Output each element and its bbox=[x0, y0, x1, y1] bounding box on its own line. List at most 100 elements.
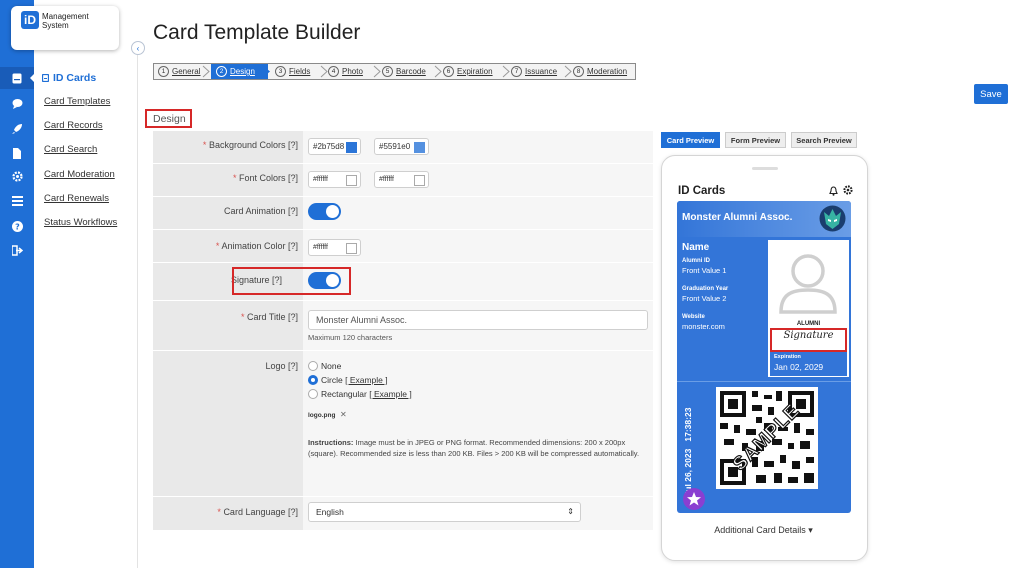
subnav-item-card-moderation[interactable]: Card Moderation bbox=[44, 169, 115, 180]
step-barcode[interactable]: 5 Barcode bbox=[382, 64, 426, 79]
logo-radio-circle[interactable] bbox=[308, 375, 318, 385]
font-color-1-value: #ffffff bbox=[313, 176, 328, 183]
card-animation-label: Card Animation [?] bbox=[223, 206, 298, 216]
id-card-icon[interactable] bbox=[9, 70, 25, 86]
rocket-icon[interactable] bbox=[9, 120, 25, 136]
font-color-2-input[interactable]: #ffffff bbox=[374, 171, 429, 188]
chat-icon[interactable] bbox=[9, 95, 25, 111]
additional-card-details-toggle[interactable]: Additional Card Details ▾ bbox=[661, 525, 866, 536]
card-field-1-label: Alumni ID bbox=[682, 258, 710, 264]
highlight-card-signature bbox=[770, 328, 847, 352]
bg-color-2-input[interactable]: #5591e0 bbox=[374, 138, 429, 155]
bg-colors-label-text: Background Colors [?] bbox=[208, 140, 298, 150]
bg-colors-label: * Background Colors [?] bbox=[150, 140, 298, 150]
step-label: Photo bbox=[342, 67, 363, 76]
chevron-right-icon bbox=[373, 65, 381, 78]
card-title-input[interactable]: Monster Alumni Assoc. bbox=[308, 310, 648, 330]
bg-color-1-input[interactable]: #2b75d8 bbox=[308, 138, 361, 155]
list-icon[interactable] bbox=[9, 193, 25, 209]
step-label: Moderation bbox=[587, 67, 628, 76]
card-field-3-value: monster.com bbox=[682, 322, 725, 331]
subnav-item-card-records[interactable]: Card Records bbox=[44, 120, 103, 131]
step-design[interactable]: 2 Design bbox=[211, 64, 268, 79]
subnav-heading[interactable]: ID Cards bbox=[42, 72, 96, 84]
tab-search-preview[interactable]: Search Preview bbox=[791, 132, 857, 148]
step-number: 6 bbox=[443, 66, 454, 77]
step-number: 3 bbox=[275, 66, 286, 77]
card-language-label: * Card Language [?] bbox=[150, 507, 298, 517]
step-label: Issuance bbox=[525, 67, 558, 76]
card-field-2-label: Graduation Year bbox=[682, 286, 729, 292]
bg-color-2-swatch[interactable] bbox=[414, 142, 425, 153]
bg-color-1-swatch[interactable] bbox=[346, 142, 357, 153]
logo-radio-none[interactable] bbox=[308, 361, 318, 371]
monster-logo bbox=[819, 205, 846, 232]
remove-logo-button[interactable]: ✕ bbox=[340, 410, 347, 419]
subnav-item-card-renewals[interactable]: Card Renewals bbox=[44, 193, 109, 204]
subnav-item-card-templates[interactable]: Card Templates bbox=[44, 96, 110, 107]
card-title: Monster Alumni Assoc. bbox=[682, 212, 793, 223]
step-label: General bbox=[172, 67, 201, 76]
step-expiration[interactable]: 6 Expiration bbox=[443, 64, 493, 79]
save-button[interactable]: Save bbox=[974, 84, 1008, 104]
step-general[interactable]: 1 General bbox=[158, 64, 200, 79]
document-icon[interactable] bbox=[9, 145, 25, 161]
step-issuance[interactable]: 7 Issuance bbox=[511, 64, 557, 79]
wizard-steps: 1 General 2 Design 3 Fields 4 Photo 5 Barcode… bbox=[153, 63, 636, 80]
subnav-divider bbox=[137, 55, 138, 568]
highlight-design-label bbox=[145, 109, 192, 128]
card-title-hint: Maximum 120 characters bbox=[308, 333, 393, 342]
card-exp-label: Expiration bbox=[774, 354, 801, 360]
collapse-sidebar-button[interactable]: ‹ bbox=[131, 41, 145, 55]
step-fields[interactable]: 3 Fields bbox=[275, 64, 310, 79]
font-color-2-swatch[interactable] bbox=[414, 175, 425, 186]
subnav-item-status-workflows[interactable]: Status Workflows bbox=[44, 217, 117, 228]
row-divider bbox=[153, 229, 653, 230]
form-value-column bbox=[303, 131, 653, 530]
gear-icon[interactable] bbox=[843, 185, 853, 195]
step-photo[interactable]: 4 Photo bbox=[328, 64, 363, 79]
required-mark: * bbox=[202, 140, 207, 150]
animation-color-swatch[interactable] bbox=[346, 243, 357, 254]
step-label: Design bbox=[230, 67, 255, 76]
instructions-text: Image must be in JPEG or PNG format. Rec… bbox=[308, 438, 640, 458]
logo-option-circle-text: Circle bbox=[321, 375, 343, 385]
step-number: 4 bbox=[328, 66, 339, 77]
step-label: Fields bbox=[289, 67, 311, 76]
card-field-1-value: Front Value 1 bbox=[682, 266, 727, 275]
logo-option-rect: Rectangular [ Example ] bbox=[321, 389, 412, 399]
highlight-signature-row bbox=[232, 267, 351, 295]
step-label: Barcode bbox=[396, 67, 426, 76]
tab-card-preview[interactable]: Card Preview bbox=[661, 132, 720, 148]
card-language-select[interactable]: English ⇕ bbox=[308, 502, 581, 522]
phone-notch bbox=[752, 167, 778, 170]
card-language-value: English bbox=[316, 507, 344, 517]
rail-active-arrow bbox=[30, 72, 36, 84]
star-badge-icon bbox=[683, 488, 705, 510]
row-divider bbox=[153, 350, 653, 351]
rect-example-link[interactable]: [ Example ] bbox=[369, 389, 412, 399]
gear-icon[interactable] bbox=[9, 168, 25, 184]
logout-icon[interactable] bbox=[9, 242, 25, 258]
id-card-icon bbox=[42, 74, 49, 82]
card-animation-toggle[interactable] bbox=[308, 203, 341, 220]
step-active-arrow-icon bbox=[261, 64, 270, 79]
font-color-1-input[interactable]: #ffffff bbox=[308, 171, 361, 188]
logo-mark: iD bbox=[21, 11, 39, 29]
font-color-1-swatch[interactable] bbox=[346, 175, 357, 186]
circle-example-link[interactable]: [ Example ] bbox=[345, 375, 388, 385]
step-moderation[interactable]: 8 Moderation bbox=[573, 64, 627, 79]
step-number: 7 bbox=[511, 66, 522, 77]
logo-option-none: None bbox=[321, 361, 342, 371]
tab-form-preview[interactable]: Form Preview bbox=[725, 132, 786, 148]
animation-color-input[interactable]: #ffffff bbox=[308, 239, 361, 256]
card-photo bbox=[768, 240, 849, 319]
font-colors-label: * Font Colors [?] bbox=[150, 173, 298, 183]
logo-radio-rect[interactable] bbox=[308, 389, 318, 399]
subnav-item-card-search[interactable]: Card Search bbox=[44, 144, 97, 155]
svg-text:?: ? bbox=[15, 222, 20, 231]
required-mark: * bbox=[217, 507, 221, 517]
help-icon[interactable]: ? bbox=[9, 218, 25, 234]
card-name: Name bbox=[682, 242, 710, 253]
bell-icon[interactable] bbox=[829, 186, 838, 196]
